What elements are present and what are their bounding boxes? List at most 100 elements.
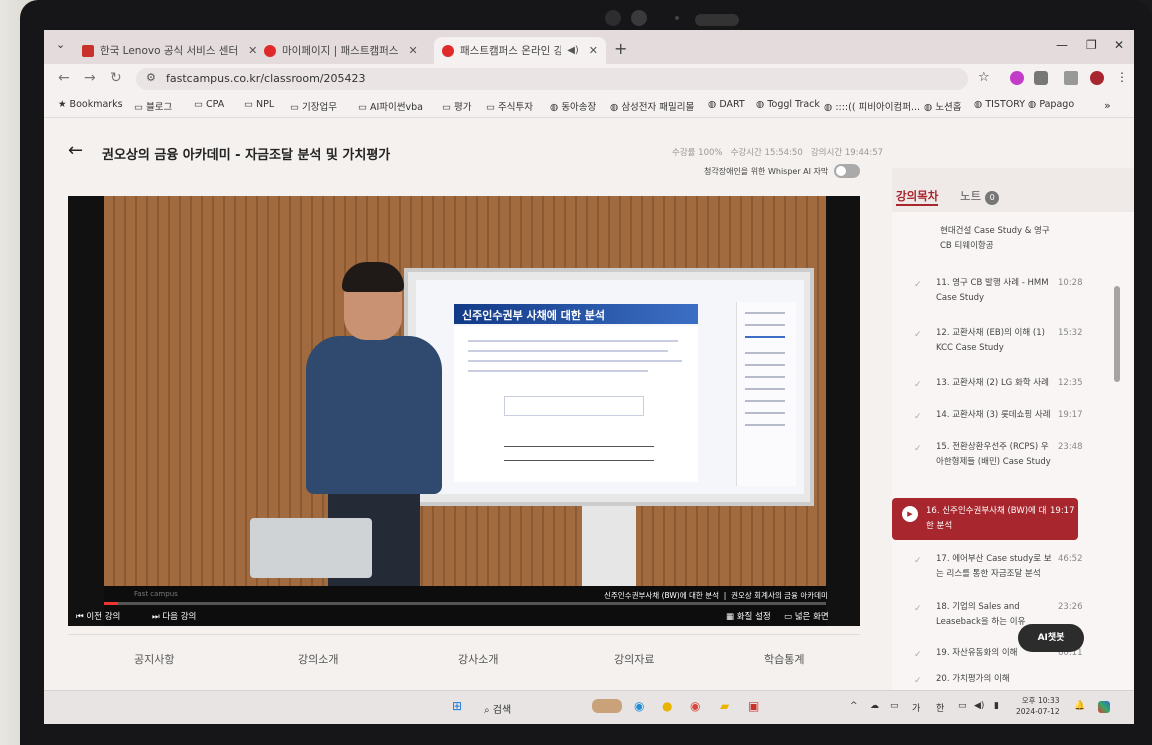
- whisper-caption-toggle[interactable]: [834, 164, 860, 178]
- tab-label: 마이페이지 | 패스트캠퍼스: [282, 45, 399, 57]
- minimize-icon[interactable]: —: [1056, 38, 1068, 52]
- ime-lang[interactable]: 한: [936, 701, 944, 714]
- extensions-puzzle-icon[interactable]: [1034, 71, 1048, 85]
- bookmark-item[interactable]: ▭ 평가: [442, 99, 471, 113]
- whisper-caption-label: 청각장애인을 위한 Whisper AI 자막: [704, 167, 829, 176]
- lenovo-favicon-icon: [82, 44, 94, 57]
- network-icon[interactable]: ▭: [958, 701, 967, 711]
- cloud-icon[interactable]: ☁: [870, 701, 879, 711]
- tray-chevron-icon[interactable]: ^: [850, 701, 858, 711]
- copilot-icon[interactable]: [1098, 701, 1110, 713]
- panel-scrollbar[interactable]: [1114, 286, 1120, 382]
- bookmark-item[interactable]: ▭ CPA: [194, 99, 224, 110]
- bookmark-item[interactable]: ▭ AI파이썬vba: [358, 99, 423, 113]
- tab-notes[interactable]: 노트 0: [960, 188, 1000, 205]
- check-icon: ✓: [914, 412, 922, 422]
- ai-chatbot-button[interactable]: AI챗봇: [1018, 624, 1084, 652]
- restore-icon[interactable]: ❐: [1086, 38, 1097, 52]
- course-stats: 수강률 100% 수강시간 15:54:50 강의시간 19:44:57: [672, 146, 883, 158]
- video-frame[interactable]: 신주인수권부 사채에 대한 분석: [104, 196, 826, 586]
- taskbar-search[interactable]: ⌕ 검색: [484, 701, 511, 716]
- tray-app-icon[interactable]: ▭: [890, 701, 899, 711]
- bookmark-item[interactable]: ▭ NPL: [244, 99, 274, 110]
- kakaotalk-icon[interactable]: ●: [662, 699, 672, 713]
- check-icon: ✓: [914, 676, 922, 686]
- webcam-shutter[interactable]: [695, 14, 739, 26]
- webcam-sensor: [631, 10, 647, 26]
- slide-side-panel: [736, 302, 796, 486]
- audio-playing-icon[interactable]: ◀): [567, 45, 579, 56]
- video-caption: 신주인수권부사채 (BW)에 대한 분석 | 권오상 회계사의 금융 아카데미: [604, 591, 828, 600]
- file-explorer-icon[interactable]: ▰: [720, 699, 729, 713]
- watermark: Fast campus: [134, 590, 178, 598]
- notification-bell-icon[interactable]: 🔔: [1074, 701, 1085, 711]
- menu-dots-icon[interactable]: ⋮: [1116, 70, 1128, 84]
- system-clock[interactable]: 오후 10:33 2024-07-12: [1016, 695, 1060, 717]
- tab-search-chevron-icon[interactable]: ⌄: [56, 38, 65, 51]
- webcam-lens: [605, 10, 621, 26]
- tab-notice[interactable]: 공지사항: [134, 651, 174, 667]
- app-icon[interactable]: ▣: [748, 699, 759, 713]
- prev-lecture-button[interactable]: ⏮ 이전 강의: [76, 610, 120, 622]
- edge-icon[interactable]: ◉: [634, 699, 644, 713]
- bookmark-item[interactable]: ◍ 동아송장: [550, 99, 596, 113]
- back-arrow-icon[interactable]: ←: [68, 140, 83, 161]
- bookmark-item[interactable]: ◍ Toggl Track: [756, 99, 820, 110]
- site-info-icon[interactable]: ⚙: [146, 71, 156, 84]
- tab-instructor[interactable]: 강사소개: [458, 651, 498, 667]
- star-icon[interactable]: ☆: [978, 70, 990, 85]
- notes-count-badge: 0: [985, 191, 1000, 205]
- video-progress-bar[interactable]: [104, 602, 826, 605]
- back-arrow-icon[interactable]: ←: [58, 70, 70, 86]
- bookmark-item[interactable]: ◍ TISTORY: [974, 99, 1025, 110]
- profile-avatar[interactable]: [1090, 71, 1104, 85]
- course-title: 권오상의 금융 아카데미 - 자금조달 분석 및 가치평가: [102, 148, 391, 163]
- bookmark-item[interactable]: ◍ ::::(( 피비아이컴퍼...: [824, 99, 920, 113]
- course-info-tabs: 공지사항 강의소개 강사소개 강의자료 학습통계: [68, 634, 860, 690]
- check-icon: ✓: [914, 604, 922, 614]
- chrome-icon[interactable]: ◉: [690, 699, 700, 713]
- windows-start-icon[interactable]: ⊞: [452, 699, 462, 713]
- tab-intro[interactable]: 강의소개: [298, 651, 338, 667]
- monitor-stand: [582, 506, 636, 586]
- battery-icon[interactable]: ▮: [994, 701, 999, 711]
- bookmark-item[interactable]: ▭ 주식투자: [486, 99, 533, 113]
- classroom-page: ← 권오상의 금융 아카데미 - 자금조달 분석 및 가치평가 수강률 100%…: [44, 118, 1134, 690]
- close-tab-icon[interactable]: ✕: [589, 44, 598, 57]
- bookmark-item[interactable]: ★ Bookmarks: [58, 99, 123, 110]
- tab-stats[interactable]: 학습통계: [764, 651, 804, 667]
- tab-lenovo[interactable]: 한국 Lenovo 공식 서비스 센터 ✕: [74, 37, 257, 64]
- new-tab-icon[interactable]: +: [614, 39, 627, 58]
- close-window-icon[interactable]: ✕: [1114, 38, 1124, 52]
- tab-materials[interactable]: 강의자료: [614, 651, 654, 667]
- bookmark-item[interactable]: ▭ 기장업무: [290, 99, 337, 113]
- quality-settings-button[interactable]: ▦ 화질 설정: [726, 610, 771, 622]
- fastcampus-favicon-icon: [264, 44, 276, 57]
- media-control-icon[interactable]: [1064, 71, 1078, 85]
- url-input[interactable]: ⚙ fastcampus.co.kr/classroom/205423: [136, 68, 968, 90]
- check-icon: ✓: [914, 556, 922, 566]
- tab-toc[interactable]: 강의목차: [896, 188, 939, 206]
- tab-classroom[interactable]: 패스트캠퍼스 온라인 강의 ◀) ✕: [434, 37, 606, 64]
- check-icon: ✓: [914, 280, 922, 290]
- bookmark-item[interactable]: ◍ DART: [708, 99, 745, 110]
- next-lecture-button[interactable]: ⏭ 다음 강의: [152, 610, 196, 622]
- volume-icon[interactable]: ◀): [974, 701, 984, 711]
- laptop-screen: ⌄ 한국 Lenovo 공식 서비스 센터 ✕ 마이페이지 | 패스트캠퍼스 ✕…: [44, 30, 1134, 724]
- close-tab-icon[interactable]: ✕: [408, 44, 417, 57]
- wide-screen-button[interactable]: ▭ 넓은 화면: [784, 610, 829, 622]
- player-control-bar: 신주인수권부사채 (BW)에 대한 분석 | 권오상 회계사의 금융 아카데미 …: [76, 586, 829, 626]
- bookmark-item[interactable]: ◍ 삼성전자 패밀리몰: [610, 99, 694, 113]
- tab-mypage[interactable]: 마이페이지 | 패스트캠퍼스 ✕: [256, 37, 434, 64]
- ime-mode[interactable]: 가: [912, 701, 920, 714]
- current-lecture-item[interactable]: ▶ 16. 신주인수권부사채 (BW)에 대한 분석 19:17: [892, 498, 1078, 540]
- bookmark-item[interactable]: ◍ Papago: [1028, 99, 1074, 110]
- bookmark-item[interactable]: ◍ 노션홈: [924, 99, 962, 113]
- video-player[interactable]: 신주인수권부 사채에 대한 분석 신주인수권부사채 (BW)에 대한 분석 | …: [68, 196, 860, 626]
- forward-arrow-icon[interactable]: →: [84, 70, 96, 86]
- reload-icon[interactable]: ↻: [110, 70, 122, 86]
- more-bookmarks-icon[interactable]: »: [1104, 99, 1111, 112]
- widgets-icon[interactable]: [592, 699, 622, 713]
- bookmark-item[interactable]: ▭ 블로그: [134, 99, 172, 113]
- extension-icon[interactable]: [1010, 71, 1024, 85]
